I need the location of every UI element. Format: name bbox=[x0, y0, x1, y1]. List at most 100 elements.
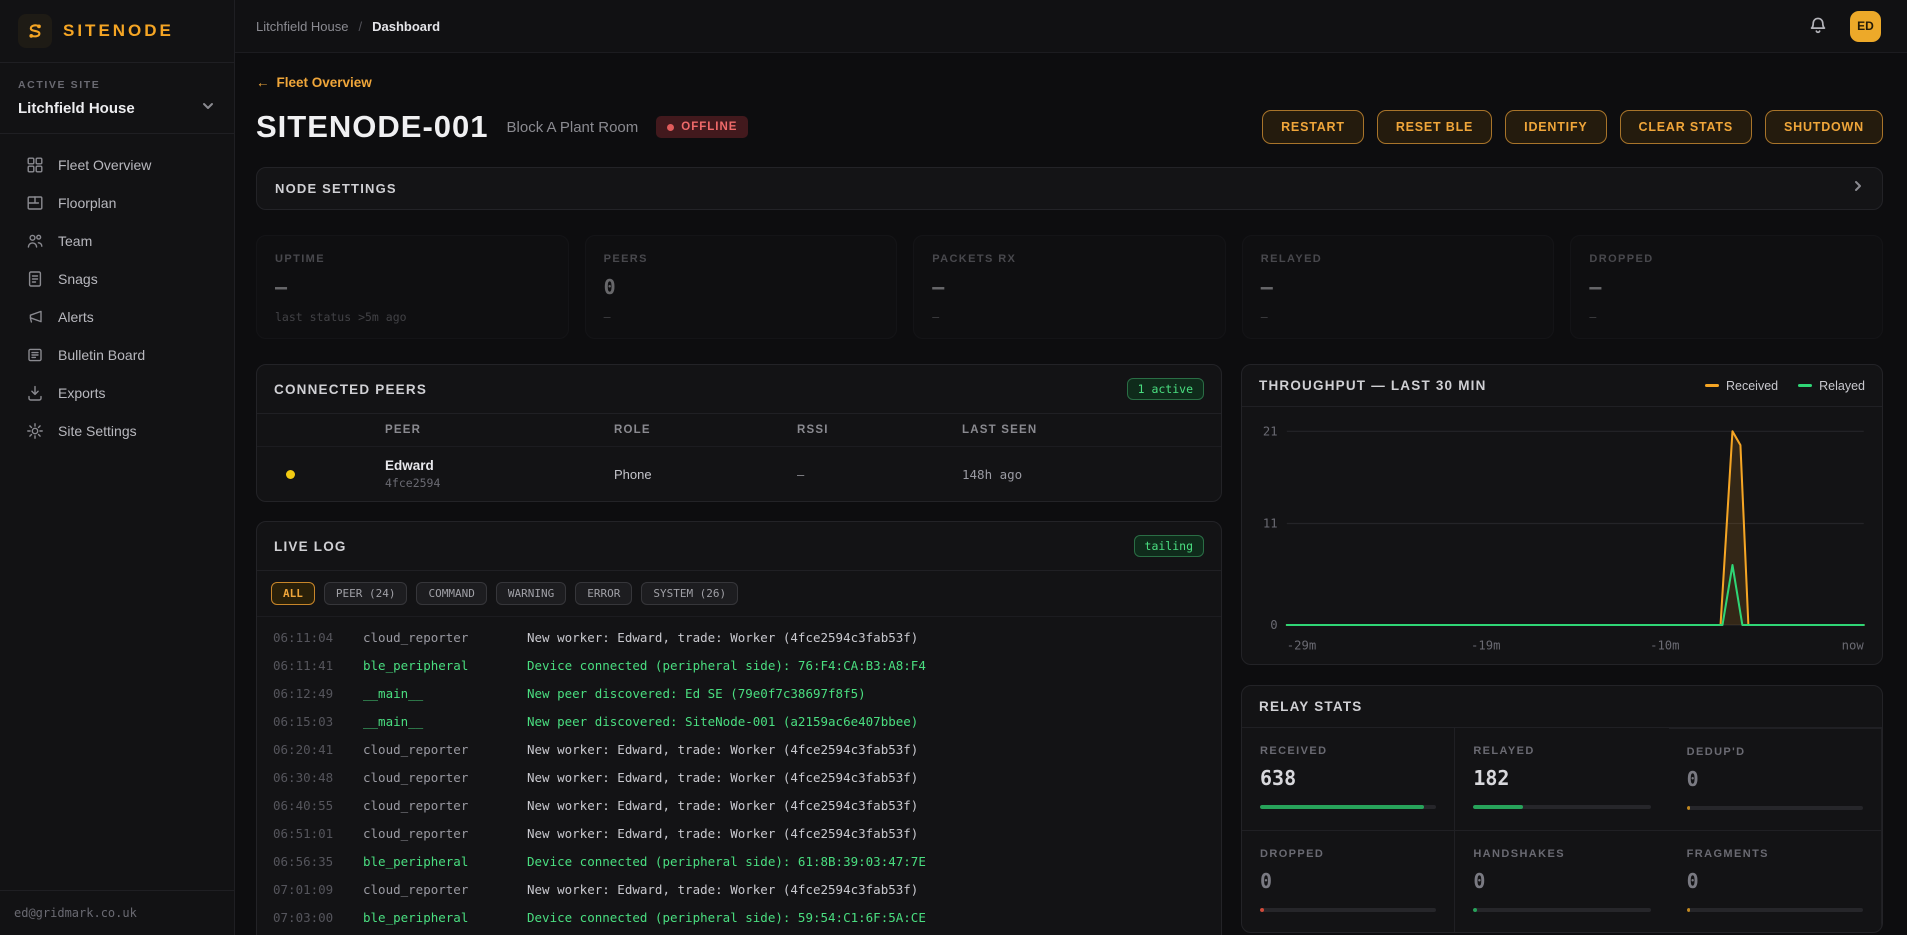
log-timestamp: 06:11:04 bbox=[273, 630, 349, 645]
relay-stat-cell: FRAGMENTS 0 bbox=[1669, 830, 1882, 932]
sidebar: SITENODE ACTIVE SITE Litchfield House Fl… bbox=[0, 0, 235, 935]
table-row[interactable]: Edward 4fce2594 Phone – 148h ago bbox=[257, 447, 1221, 501]
log-timestamp: 06:56:35 bbox=[273, 854, 349, 869]
live-log-title: LIVE LOG bbox=[274, 539, 347, 554]
notifications-bell-icon[interactable] bbox=[1808, 16, 1828, 36]
sidebar-item[interactable]: Site Settings bbox=[0, 412, 234, 450]
relay-stat-value: 182 bbox=[1473, 766, 1650, 790]
log-timestamp: 06:51:01 bbox=[273, 826, 349, 841]
page-subtitle: Block A Plant Room bbox=[507, 119, 639, 136]
sidebar-item-label: Floorplan bbox=[58, 195, 116, 211]
log-list: 06:11:04 cloud_reporter New worker: Edwa… bbox=[257, 617, 1221, 935]
avatar[interactable]: ED bbox=[1850, 11, 1881, 42]
node-settings-label: NODE SETTINGS bbox=[275, 181, 397, 196]
sidebar-item[interactable]: Alerts bbox=[0, 298, 234, 336]
peers-table-header: PEER ROLE RSSI LAST SEEN bbox=[257, 414, 1221, 447]
col-rssi: RSSI bbox=[797, 424, 962, 436]
node-action-button[interactable]: IDENTIFY bbox=[1505, 110, 1606, 144]
log-filter-pill[interactable]: ALL bbox=[271, 582, 315, 605]
sidebar-item[interactable]: Team bbox=[0, 222, 234, 260]
log-timestamp: 07:03:00 bbox=[273, 910, 349, 925]
log-entry: 06:30:48 cloud_reporter New worker: Edwa… bbox=[257, 763, 1221, 791]
relay-stat-label: DEDUP'D bbox=[1687, 746, 1863, 758]
log-filter-pill[interactable]: WARNING bbox=[496, 582, 566, 605]
node-action-button[interactable]: SHUTDOWN bbox=[1765, 110, 1883, 144]
breadcrumb: Litchfield House / Dashboard bbox=[256, 19, 440, 34]
throughput-title: THROUGHPUT — LAST 30 MIN bbox=[1259, 378, 1487, 393]
stat-subtext: last status >5m ago bbox=[275, 310, 550, 324]
log-filter-pill[interactable]: SYSTEM (26) bbox=[641, 582, 738, 605]
peer-last-seen: 148h ago bbox=[962, 467, 1221, 482]
log-filter-pill[interactable]: PEER (24) bbox=[324, 582, 408, 605]
title-row: SITENODE-001 Block A Plant Room OFFLINE … bbox=[256, 109, 1883, 145]
svg-text:now: now bbox=[1842, 638, 1865, 652]
relay-stat-label: FRAGMENTS bbox=[1687, 848, 1863, 860]
sidebar-item[interactable]: Snags bbox=[0, 260, 234, 298]
relay-stat-value: 638 bbox=[1260, 766, 1436, 790]
app-logo[interactable]: SITENODE bbox=[0, 0, 234, 63]
title-group: SITENODE-001 Block A Plant Room OFFLINE bbox=[256, 109, 748, 145]
stat-label: PACKETS RX bbox=[932, 253, 1207, 265]
log-source: cloud_reporter bbox=[363, 798, 513, 813]
relay-stats-title: RELAY STATS bbox=[1259, 699, 1362, 714]
page-title: SITENODE-001 bbox=[256, 109, 489, 145]
sidebar-item[interactable]: Floorplan bbox=[0, 184, 234, 222]
main-area: Litchfield House / Dashboard ED ← Fleet … bbox=[235, 0, 1907, 935]
log-entry: 06:12:49 __main__ New peer discovered: E… bbox=[257, 679, 1221, 707]
sidebar-item[interactable]: Bulletin Board bbox=[0, 336, 234, 374]
sidebar-item[interactable]: Fleet Overview bbox=[0, 146, 234, 184]
peer-status-dot bbox=[286, 470, 295, 479]
col-peer: PEER bbox=[385, 424, 614, 436]
log-message: New worker: Edward, trade: Worker (4fce2… bbox=[527, 882, 1205, 897]
log-source: __main__ bbox=[363, 686, 513, 701]
log-entry: 06:56:35 ble_peripheral Device connected… bbox=[257, 847, 1221, 875]
log-source: ble_peripheral bbox=[363, 910, 513, 925]
sidebar-item-label: Bulletin Board bbox=[58, 347, 145, 363]
node-action-button[interactable]: RESTART bbox=[1262, 110, 1364, 144]
col-role: ROLE bbox=[614, 424, 797, 436]
log-source: cloud_reporter bbox=[363, 742, 513, 757]
stat-value: — bbox=[932, 275, 1207, 299]
live-log-header: LIVE LOG tailing bbox=[257, 522, 1221, 571]
log-message: New peer discovered: SiteNode-001 (a2159… bbox=[527, 714, 1205, 729]
log-message: New worker: Edward, trade: Worker (4fce2… bbox=[527, 826, 1205, 841]
peer-rssi: – bbox=[797, 467, 962, 482]
throughput-chart: 21110-29m-19m-10mnow bbox=[1242, 407, 1882, 664]
log-source: cloud_reporter bbox=[363, 770, 513, 785]
log-filter-pill[interactable]: ERROR bbox=[575, 582, 632, 605]
log-timestamp: 06:30:48 bbox=[273, 770, 349, 785]
log-entry: 06:51:01 cloud_reporter New worker: Edwa… bbox=[257, 819, 1221, 847]
log-source: ble_peripheral bbox=[363, 854, 513, 869]
back-link[interactable]: ← Fleet Overview bbox=[256, 75, 372, 90]
peer-id: 4fce2594 bbox=[385, 476, 614, 490]
chevron-down-icon bbox=[200, 98, 216, 119]
chevron-right-icon bbox=[1850, 178, 1866, 199]
stat-card: DROPPED — – bbox=[1570, 235, 1883, 339]
app-root: SITENODE ACTIVE SITE Litchfield House Fl… bbox=[0, 0, 1907, 935]
stat-value: — bbox=[275, 275, 550, 299]
site-selector[interactable]: Litchfield House bbox=[18, 98, 216, 119]
log-timestamp: 06:11:41 bbox=[273, 658, 349, 673]
sidebar-item[interactable]: Exports bbox=[0, 374, 234, 412]
log-filter-pill[interactable]: COMMAND bbox=[416, 582, 486, 605]
breadcrumb-parent[interactable]: Litchfield House bbox=[256, 19, 349, 34]
log-filters: ALL PEER (24) COMMAND WARNING ERROR SYST… bbox=[257, 571, 1221, 617]
back-label: Fleet Overview bbox=[277, 75, 372, 90]
svg-text:-29m: -29m bbox=[1287, 638, 1316, 652]
throughput-header: THROUGHPUT — LAST 30 MIN Received bbox=[1242, 365, 1882, 407]
node-action-button[interactable]: CLEAR STATS bbox=[1620, 110, 1752, 144]
stat-label: UPTIME bbox=[275, 253, 550, 265]
node-settings-bar[interactable]: NODE SETTINGS bbox=[256, 167, 1883, 210]
log-source: cloud_reporter bbox=[363, 630, 513, 645]
node-action-button[interactable]: RESET BLE bbox=[1377, 110, 1492, 144]
sidebar-item-label: Alerts bbox=[58, 309, 94, 325]
col-last-seen: LAST SEEN bbox=[962, 424, 1221, 436]
logo-icon bbox=[18, 14, 52, 48]
active-count-badge: 1 active bbox=[1127, 378, 1204, 400]
active-site-label: ACTIVE SITE bbox=[18, 79, 216, 91]
relay-stat-track bbox=[1260, 805, 1436, 809]
app-name: SITENODE bbox=[63, 21, 174, 41]
relay-stat-track bbox=[1473, 908, 1650, 912]
throughput-panel: THROUGHPUT — LAST 30 MIN Received bbox=[1241, 364, 1883, 665]
log-message: Device connected (peripheral side): 59:5… bbox=[527, 910, 1205, 925]
